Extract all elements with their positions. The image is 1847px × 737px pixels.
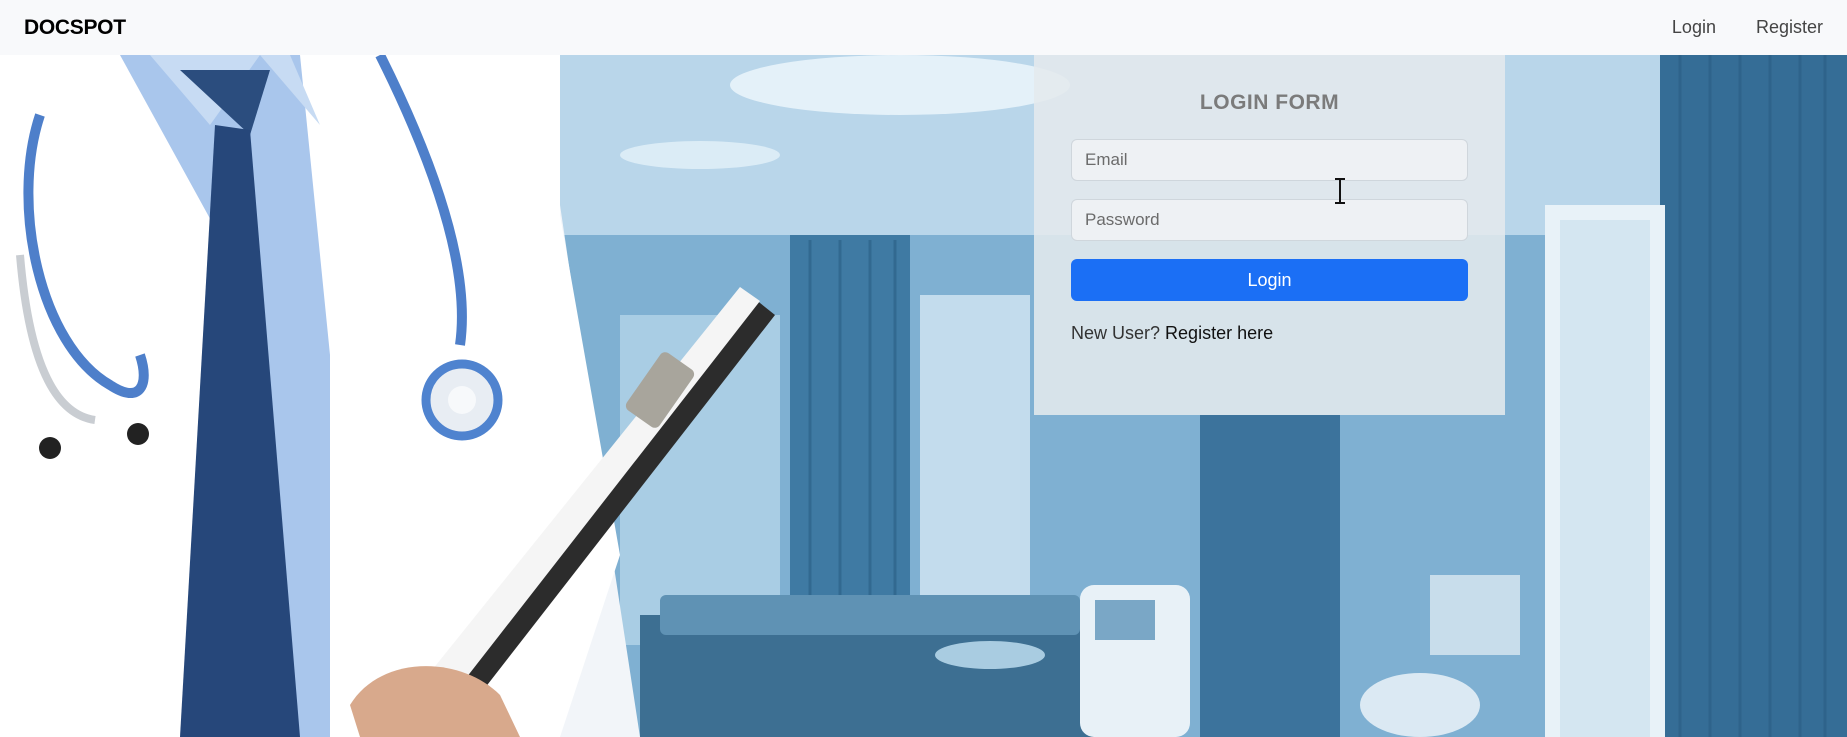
email-input[interactable] [1071, 139, 1468, 181]
brand-logo[interactable]: DOCSPOT [24, 16, 126, 40]
password-input[interactable] [1071, 199, 1468, 241]
text-cursor-icon [1335, 178, 1345, 204]
login-form-title: LOGIN FORM [1199, 91, 1340, 114]
nav-register-link[interactable]: Register [1756, 17, 1823, 38]
nav-login-link[interactable]: Login [1672, 17, 1716, 38]
navbar: DOCSPOT Login Register [0, 0, 1847, 55]
nav-links: Login Register [1672, 17, 1823, 38]
login-form-card: LOGIN FORM Login New User? Register here [1034, 55, 1505, 415]
register-here-link[interactable]: Register here [1165, 323, 1273, 343]
new-user-prompt: New User? Register here [1071, 323, 1468, 344]
hospital-doctor-illustration [0, 55, 1847, 737]
login-submit-button[interactable]: Login [1071, 259, 1468, 301]
hero-background [0, 55, 1847, 737]
new-user-text: New User? [1071, 323, 1161, 343]
